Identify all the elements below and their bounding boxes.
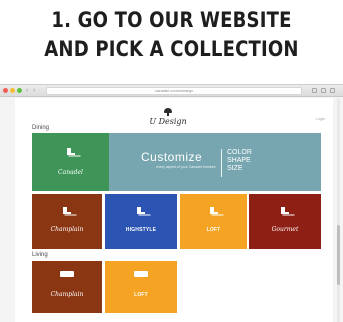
forward-icon[interactable]: › — [33, 87, 35, 95]
tile-label: Champlain — [50, 226, 84, 233]
close-window-icon[interactable] — [3, 88, 8, 93]
tile-label: Gourmet — [271, 226, 299, 233]
chair-icon — [137, 207, 145, 217]
new-tab-icon[interactable] — [321, 88, 326, 93]
chair-icon — [281, 207, 289, 217]
browser-window: ‹ › canadel.com/udesign U Design Login D… — [0, 84, 343, 322]
back-icon[interactable]: ‹ — [26, 87, 28, 95]
option-color: COLOR — [227, 149, 252, 156]
option-shape: SHAPE — [227, 157, 251, 164]
chair-icon — [209, 207, 218, 217]
chair-icon — [63, 207, 71, 217]
customize-banner[interactable]: Customize every aspect of your Canadel f… — [109, 133, 321, 191]
section-label-living: Living — [32, 252, 48, 258]
collection-tile-highstyle[interactable]: HIGHSTYLE — [105, 194, 177, 249]
headline: 1. GO TO OUR WEBSITE AND PICK A COLLECTI… — [24, 6, 319, 64]
chair-icon — [66, 148, 75, 158]
site-logo[interactable]: U Design — [133, 108, 203, 126]
tile-label: Canadel — [58, 169, 83, 176]
tile-label: LOFT — [206, 227, 221, 233]
section-label-dining: Dining — [32, 125, 50, 131]
zoom-window-icon[interactable] — [17, 88, 22, 93]
collection-tile-loft[interactable]: LOFT — [180, 194, 247, 249]
web-page: U Design Login Dining Canadel Customize … — [15, 98, 333, 322]
customize-options: COLOR SHAPE SIZE — [227, 149, 252, 173]
login-link[interactable]: Login — [316, 117, 325, 121]
collection-tile-living-loft[interactable]: LOFT — [105, 261, 177, 313]
lamp-logo-icon — [163, 108, 173, 116]
headline-line-1: 1. GO TO OUR WEBSITE — [51, 8, 292, 32]
tile-label: HIGHSTYLE — [125, 227, 157, 233]
minimize-window-icon[interactable] — [10, 88, 15, 93]
sofa-icon — [134, 271, 148, 277]
collection-tile-living-champlain[interactable]: Champlain — [32, 261, 102, 313]
tile-label: LOFT — [134, 292, 148, 298]
share-icon[interactable] — [312, 88, 317, 93]
option-size: SIZE — [227, 165, 243, 172]
headline-line-2: AND PICK A COLLECTION — [44, 37, 299, 61]
scrollbar-track[interactable] — [337, 99, 340, 322]
collection-tile-canadel[interactable]: Canadel — [32, 133, 109, 191]
logo-text: U Design — [149, 117, 187, 126]
address-bar[interactable]: canadel.com/udesign — [46, 87, 302, 95]
customize-subtitle: every aspect of your Canadel furniture — [156, 165, 216, 169]
browser-toolbar: ‹ › canadel.com/udesign — [0, 85, 343, 97]
tile-label: Champlain — [50, 291, 84, 298]
sofa-icon — [60, 271, 74, 277]
collection-tile-champlain[interactable]: Champlain — [32, 194, 102, 249]
scrollbar-thumb[interactable] — [337, 225, 340, 285]
customize-divider — [221, 149, 222, 177]
sidebar-icon[interactable] — [330, 88, 335, 93]
collection-tile-gourmet[interactable]: Gourmet — [249, 194, 321, 249]
customize-title: Customize — [141, 150, 203, 164]
